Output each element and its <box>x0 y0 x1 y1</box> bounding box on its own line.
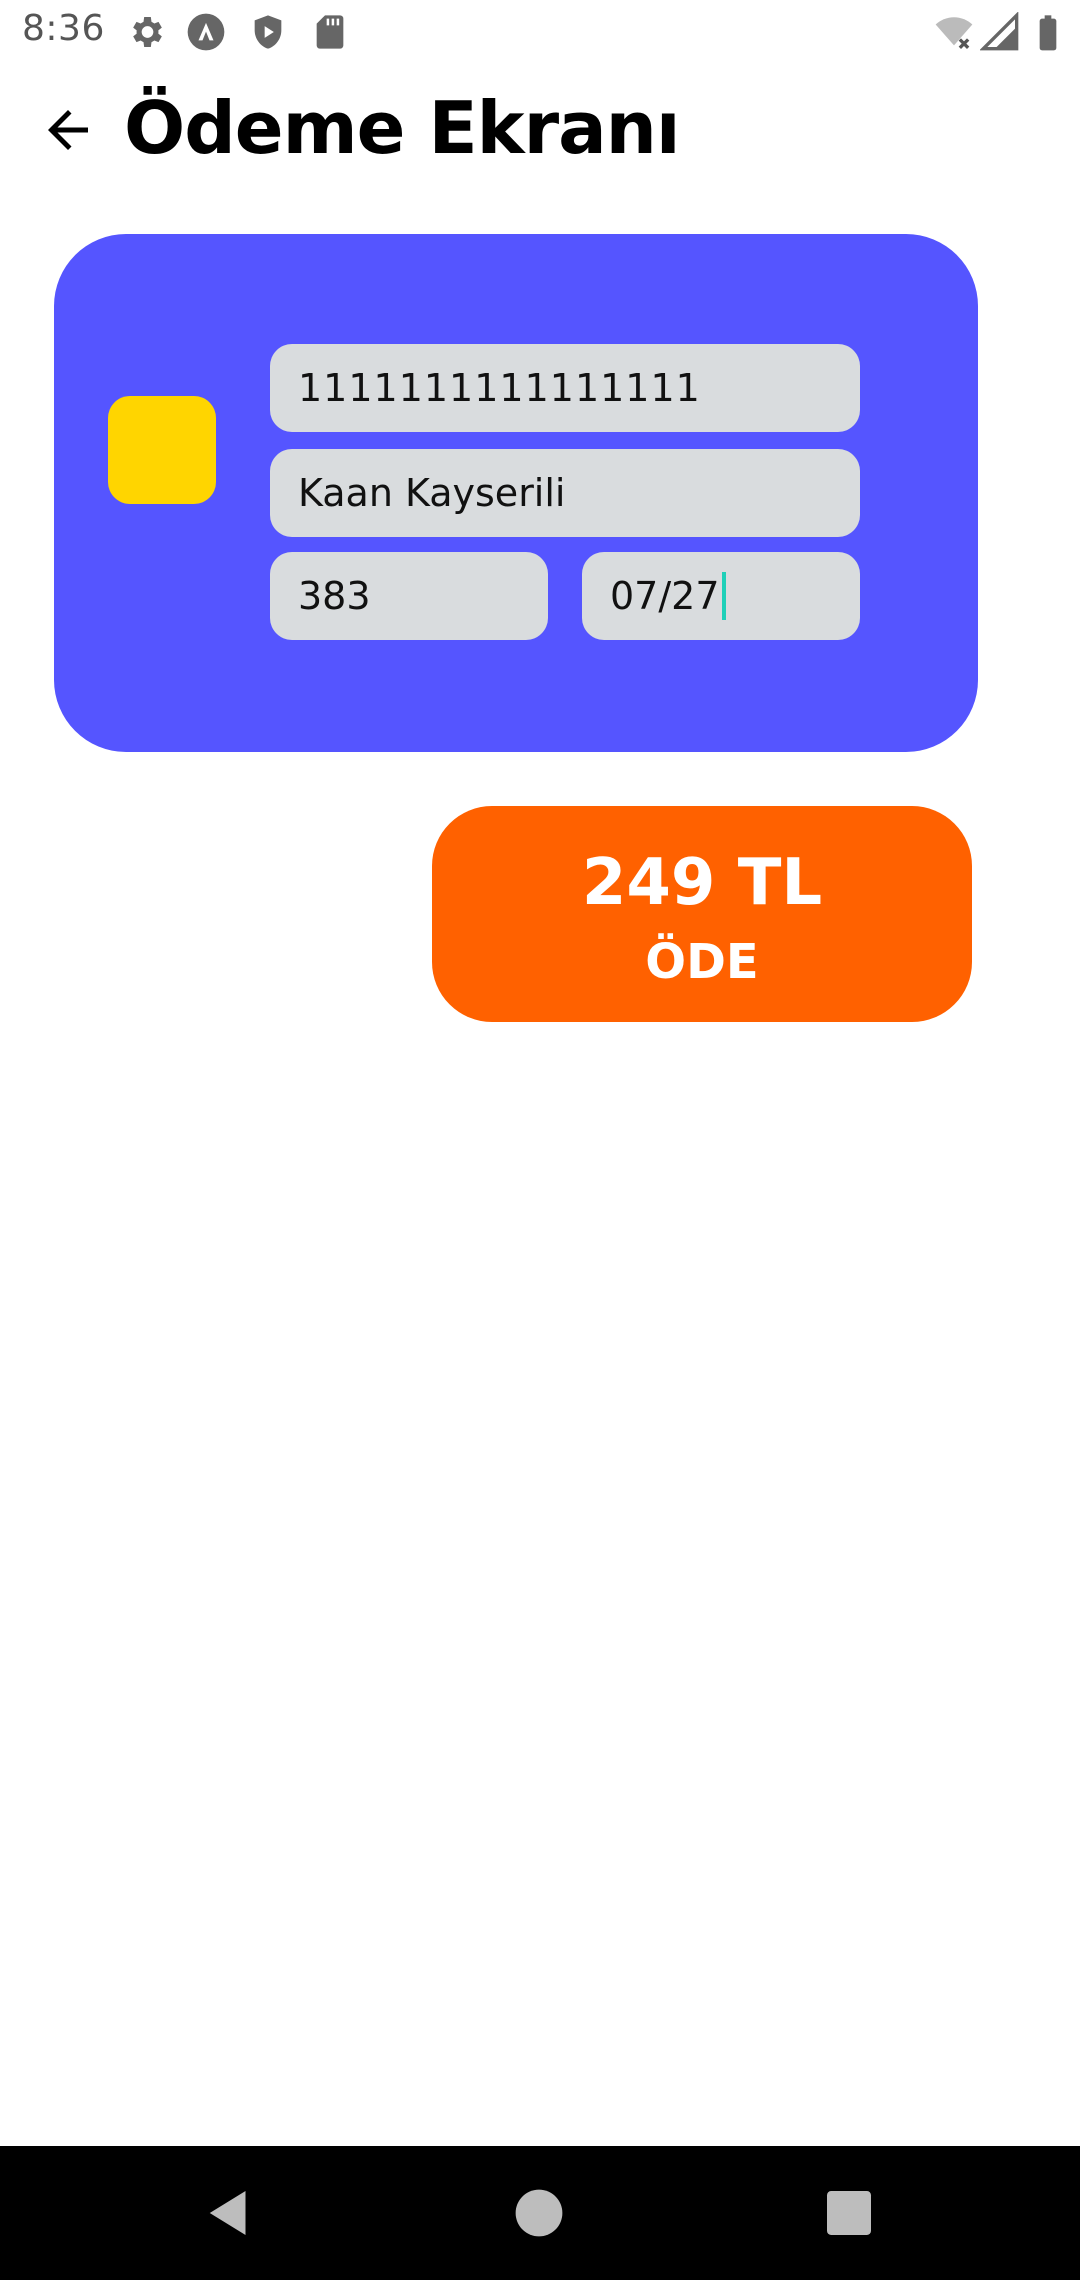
card-holder-input[interactable]: Kaan Kayserili <box>270 449 860 537</box>
shield-play-icon <box>248 12 288 52</box>
nav-recents-button[interactable] <box>816 2180 882 2246</box>
cell-signal-icon <box>979 11 1020 52</box>
expiry-input[interactable]: 07/27 <box>582 552 860 640</box>
status-bar: 8:36 <box>0 0 1080 64</box>
home-icon <box>506 2189 572 2250</box>
back-button[interactable] <box>30 94 106 170</box>
navigation-bar <box>0 2146 1080 2280</box>
battery-icon <box>1028 12 1068 52</box>
text-cursor <box>721 572 726 620</box>
pay-button[interactable]: 249 TL ÖDE <box>432 806 972 1022</box>
card-chip <box>108 396 216 504</box>
app-a-icon <box>186 12 226 52</box>
back-icon <box>196 2191 262 2250</box>
sd-card-icon <box>310 12 350 52</box>
pay-amount: 249 TL <box>581 846 823 920</box>
card-holder-value: Kaan Kayserili <box>298 471 566 515</box>
pay-label: ÖDE <box>645 934 759 990</box>
nav-home-button[interactable] <box>506 2180 572 2246</box>
cvv-input[interactable]: 383 <box>270 552 548 640</box>
page-title: Ödeme Ekranı <box>124 86 681 170</box>
wifi-off-icon <box>934 12 974 52</box>
app-bar: Ödeme Ekranı <box>0 64 1080 204</box>
status-time: 8:36 <box>22 8 105 49</box>
gear-icon <box>126 12 166 52</box>
recents-icon <box>816 2191 882 2250</box>
card-number-input[interactable]: 1111111111111111 <box>270 344 860 432</box>
credit-card: 1111111111111111 Kaan Kayserili 383 07/2… <box>54 234 978 752</box>
card-number-value: 1111111111111111 <box>298 366 701 410</box>
expiry-value: 07/27 <box>610 574 720 618</box>
nav-back-button[interactable] <box>196 2180 262 2246</box>
cvv-value: 383 <box>298 574 371 618</box>
arrow-left-icon <box>38 100 98 165</box>
